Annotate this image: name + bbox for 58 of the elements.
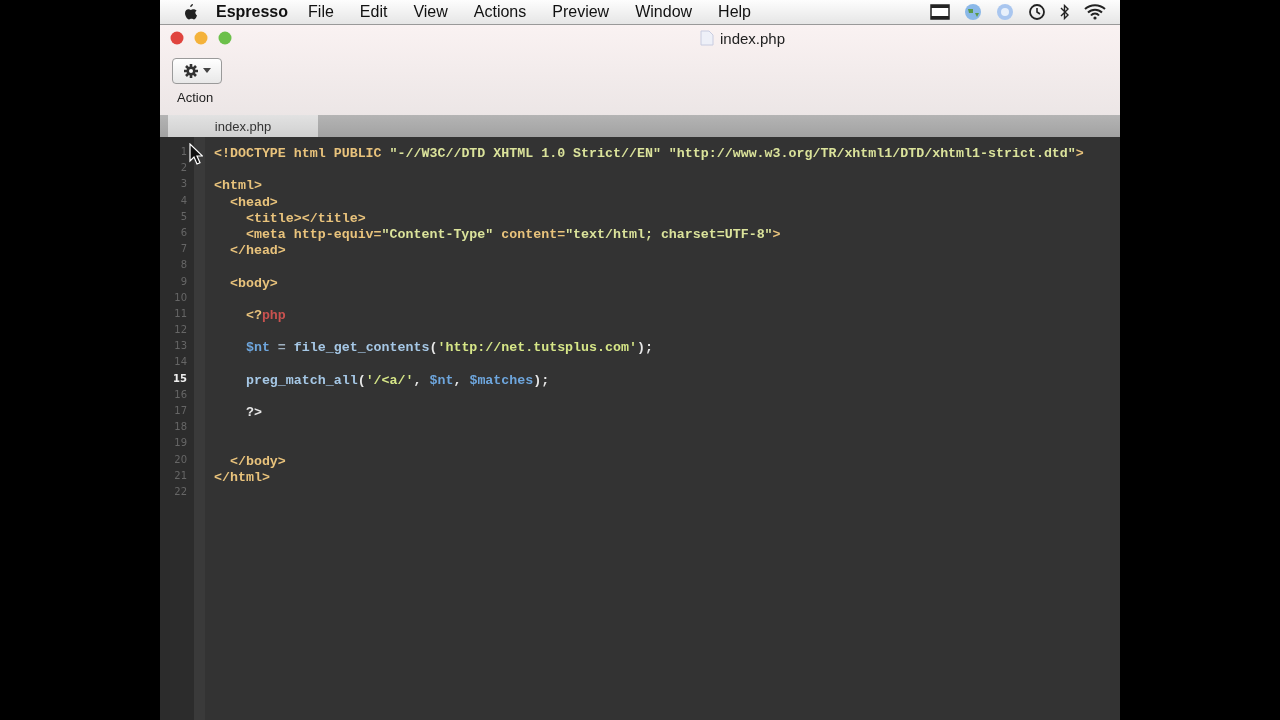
line-number: 5 — [179, 209, 187, 224]
code-line: </head> — [228, 243, 286, 259]
line-number: 17 — [173, 404, 187, 418]
code-line: <head> — [228, 194, 278, 210]
menu-item[interactable]: Actions — [473, 3, 527, 21]
line-number: 22 — [173, 484, 187, 499]
line-number: 13 — [173, 339, 187, 354]
document-icon — [700, 30, 714, 46]
globe-icon[interactable] — [964, 3, 982, 21]
line-number: 11 — [173, 306, 187, 321]
code-line: <?php — [244, 307, 286, 323]
clock-icon[interactable] — [1028, 3, 1046, 21]
apple-icon[interactable] — [182, 3, 198, 21]
menu-app-name[interactable]: Espresso — [216, 3, 289, 21]
mouse-pointer-icon — [189, 143, 203, 165]
line-number: 4 — [179, 193, 187, 208]
action-button[interactable] — [172, 58, 222, 84]
file-tab[interactable]: index.php — [168, 115, 318, 137]
code-line: preg_match_all('/<a/', $nt, $matches); — [244, 372, 550, 388]
code-line: </html> — [214, 469, 270, 485]
line-number: 15 — [172, 371, 187, 386]
line-number: 8 — [179, 258, 187, 273]
code-line: <body> — [228, 275, 278, 291]
menu-item[interactable]: Preview — [552, 3, 610, 21]
line-number: 19 — [173, 436, 187, 451]
bluetooth-icon[interactable] — [1060, 4, 1070, 20]
line-number: 10 — [173, 290, 187, 305]
code-line: <title></title> — [244, 210, 366, 226]
wifi-icon[interactable] — [1084, 4, 1106, 20]
line-number: 20 — [173, 452, 187, 467]
close-button[interactable] — [170, 31, 184, 45]
line-number: 18 — [173, 420, 187, 435]
menu-item[interactable]: Edit — [359, 3, 388, 21]
line-number: 1 — [179, 145, 187, 159]
line-number: 12 — [173, 323, 187, 338]
code-line: $nt = file_get_contents('http://net.tutsplus.com'); — [244, 340, 653, 356]
code-line: </body> — [228, 453, 286, 469]
gear-icon — [183, 63, 199, 79]
menu-item[interactable]: File — [308, 3, 334, 21]
window-title: index.php — [720, 29, 786, 47]
menu-item[interactable]: Help — [718, 3, 751, 21]
line-number: 16 — [173, 387, 187, 402]
line-number: 6 — [179, 225, 187, 240]
line-number: 2 — [179, 161, 187, 176]
film-icon[interactable] — [930, 4, 950, 20]
menu-item[interactable]: View — [413, 3, 448, 21]
line-number: 9 — [179, 274, 187, 289]
line-number: 7 — [179, 242, 187, 257]
code-line: <html> — [214, 178, 262, 194]
code-line: <!DOCTYPE html PUBLIC "-//W3C//DTD XHTML 1.0 Strict//EN" "http://www.w3.org/TR/xhtml1/DTD/xhtml1-strict.dtd"> — [214, 146, 1084, 161]
caret-icon — [203, 68, 211, 74]
action-label: Action — [177, 90, 214, 105]
menu-item[interactable]: Window — [635, 3, 693, 21]
code-line: ?> — [244, 405, 262, 420]
line-number: 3 — [179, 177, 187, 192]
line-number: 14 — [173, 355, 187, 370]
code-line: <meta http-equiv="Content-Type" content="text/html; charset=UTF-8"> — [244, 226, 781, 242]
line-number: 21 — [173, 468, 187, 483]
